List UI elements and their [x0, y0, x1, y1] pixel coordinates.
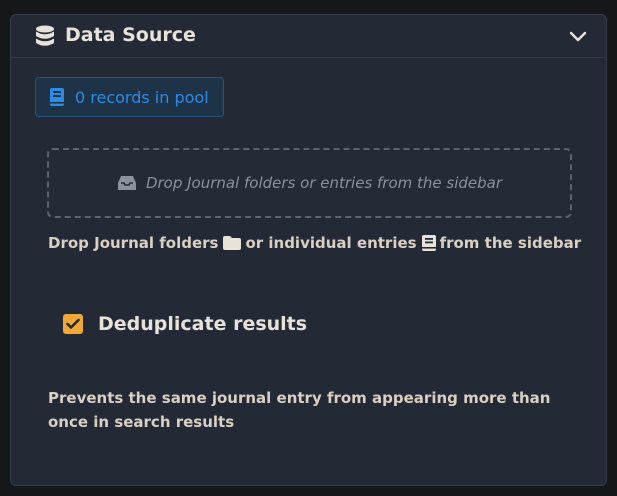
chevron-down-icon[interactable] — [568, 29, 588, 45]
help-text-part2: or individual entries — [245, 234, 417, 252]
panel-title: Data Source — [65, 24, 196, 46]
inbox-icon — [117, 176, 136, 190]
journal-entry-icon — [421, 235, 436, 251]
help-text-part3: from the sidebar — [439, 234, 582, 252]
folder-icon — [223, 236, 242, 250]
deduplicate-description: Prevents the same journal entry from app… — [48, 389, 551, 431]
drop-zone-placeholder: Drop Journal folders or entries from the… — [145, 174, 503, 192]
checkmark-icon — [66, 318, 80, 329]
deduplicate-label[interactable]: Deduplicate results — [98, 313, 307, 335]
drop-help-text: Drop Journal folders or individual entri… — [48, 234, 581, 252]
panel-header[interactable]: Data Source — [11, 15, 606, 58]
database-icon — [36, 25, 54, 46]
deduplicate-toggle[interactable]: Deduplicate results — [63, 313, 307, 335]
records-count-badge: 0 records in pool — [35, 77, 224, 117]
help-text-part1: Drop Journal folders — [48, 234, 219, 252]
deduplicate-checkbox[interactable] — [63, 314, 83, 334]
data-source-panel: Data Source 0 records in pool Drop Journ… — [10, 14, 607, 486]
drop-zone[interactable]: Drop Journal folders or entries from the… — [47, 148, 572, 218]
records-count-label: 0 records in pool — [75, 87, 209, 107]
book-icon — [50, 88, 64, 106]
